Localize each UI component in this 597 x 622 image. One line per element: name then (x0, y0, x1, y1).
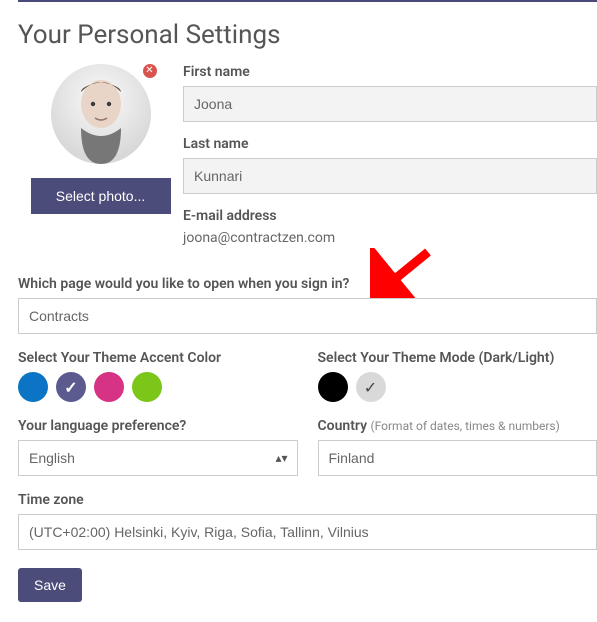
accent-swatch-pink[interactable] (94, 372, 124, 402)
email-label: E-mail address (183, 208, 597, 224)
accent-swatch-purple[interactable] (56, 372, 86, 402)
timezone-select[interactable] (18, 514, 597, 550)
page-title: Your Personal Settings (18, 20, 597, 50)
mode-swatch-light[interactable]: ✓ (356, 372, 386, 402)
avatar-face-icon (51, 64, 151, 164)
landing-page-label: Which page would you like to open when y… (18, 276, 597, 292)
avatar (51, 64, 151, 164)
timezone-label: Time zone (18, 492, 597, 508)
first-name-label: First name (183, 64, 597, 80)
theme-mode-label: Select Your Theme Mode (Dark/Light) (318, 350, 597, 366)
last-name-input[interactable] (183, 158, 597, 194)
accent-color-label: Select Your Theme Accent Color (18, 350, 298, 366)
email-value: joona@contractzen.com (183, 230, 597, 246)
mode-swatch-dark[interactable] (318, 372, 348, 402)
accent-swatch-green[interactable] (132, 372, 162, 402)
country-select[interactable] (318, 440, 597, 476)
language-label: Your language preference? (18, 418, 298, 434)
accent-swatch-blue[interactable] (18, 372, 48, 402)
last-name-label: Last name (183, 136, 597, 152)
top-divider (18, 0, 597, 2)
save-button[interactable]: Save (18, 568, 82, 602)
remove-photo-icon[interactable]: ✕ (143, 64, 157, 78)
language-select[interactable] (18, 440, 298, 476)
landing-page-select[interactable] (18, 298, 597, 334)
first-name-input[interactable] (183, 86, 597, 122)
select-photo-button[interactable]: Select photo... (31, 178, 171, 214)
country-label: Country (Format of dates, times & number… (318, 418, 597, 434)
